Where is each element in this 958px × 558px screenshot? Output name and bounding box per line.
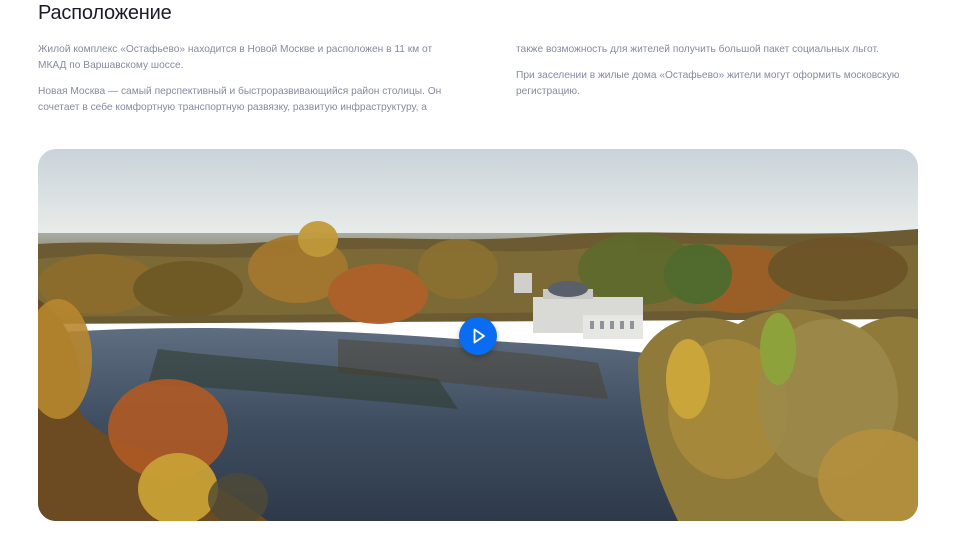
paragraph-distance: Жилой комплекс «Остафьево» находится в Н…: [38, 44, 433, 71]
play-icon: [473, 328, 485, 344]
play-button[interactable]: [459, 317, 497, 355]
section-title: Расположение: [38, 2, 172, 24]
paragraph-registration: При заселении в жилые дома «Остафьево» ж…: [516, 70, 900, 97]
paragraph-benefits: также возможность для жителей получить б…: [516, 44, 879, 55]
location-section: Расположение Жилой комплекс «Остафьево» …: [0, 0, 958, 558]
paragraph-new-moscow: Новая Москва — самый перспективный и быс…: [38, 86, 442, 113]
text-column-right: также возможность для жителей получить б…: [516, 42, 916, 110]
video-player[interactable]: [38, 149, 918, 521]
text-column-left: Жилой комплекс «Остафьево» находится в Н…: [38, 42, 458, 126]
